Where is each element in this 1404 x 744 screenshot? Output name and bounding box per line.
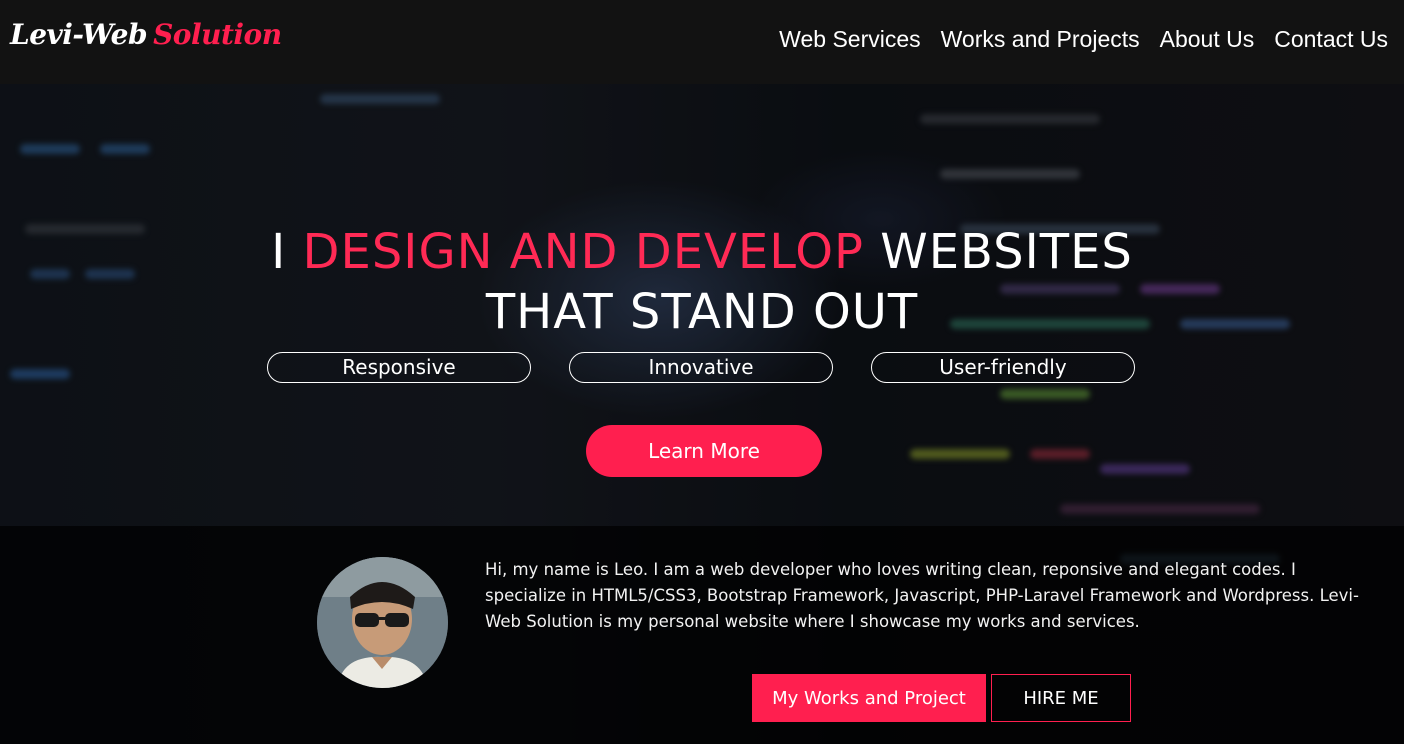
headline-line-2: THAT STAND OUT xyxy=(485,284,919,340)
nav-link-contact-us[interactable]: Contact Us xyxy=(1274,26,1388,53)
nav-link-about-us[interactable]: About Us xyxy=(1160,26,1255,53)
feature-pills: Responsive Innovative User-friendly xyxy=(267,352,1135,383)
brand-name-accent: Solution xyxy=(153,18,282,51)
main-menu: Web Services Works and Projects About Us… xyxy=(779,26,1388,53)
pill-responsive: Responsive xyxy=(267,352,531,383)
pill-innovative: Innovative xyxy=(569,352,833,383)
headline-prefix: I xyxy=(271,224,287,280)
hero-headline: I DESIGN AND DEVELOP WEBSITES THAT STAND… xyxy=(0,222,1404,342)
hire-me-button[interactable]: HIRE ME xyxy=(991,674,1131,722)
avatar-portrait-icon xyxy=(317,557,448,688)
pill-user-friendly: User-friendly xyxy=(871,352,1135,383)
my-works-button[interactable]: My Works and Project xyxy=(752,674,986,722)
headline-suffix: WEBSITES xyxy=(880,224,1133,280)
nav-link-web-services[interactable]: Web Services xyxy=(779,26,920,53)
nav-link-works-and-projects[interactable]: Works and Projects xyxy=(941,26,1140,53)
brand-logo[interactable]: Levi-Web Solution xyxy=(10,18,282,51)
about-description: Hi, my name is Leo. I am a web developer… xyxy=(485,560,1359,631)
profile-avatar xyxy=(317,557,448,688)
top-navbar: Levi-Web Solution Web Services Works and … xyxy=(0,0,1404,84)
brand-name-primary: Levi-Web xyxy=(10,18,148,51)
headline-accent: DESIGN AND DEVELOP xyxy=(302,224,864,280)
learn-more-button[interactable]: Learn More xyxy=(586,425,822,477)
